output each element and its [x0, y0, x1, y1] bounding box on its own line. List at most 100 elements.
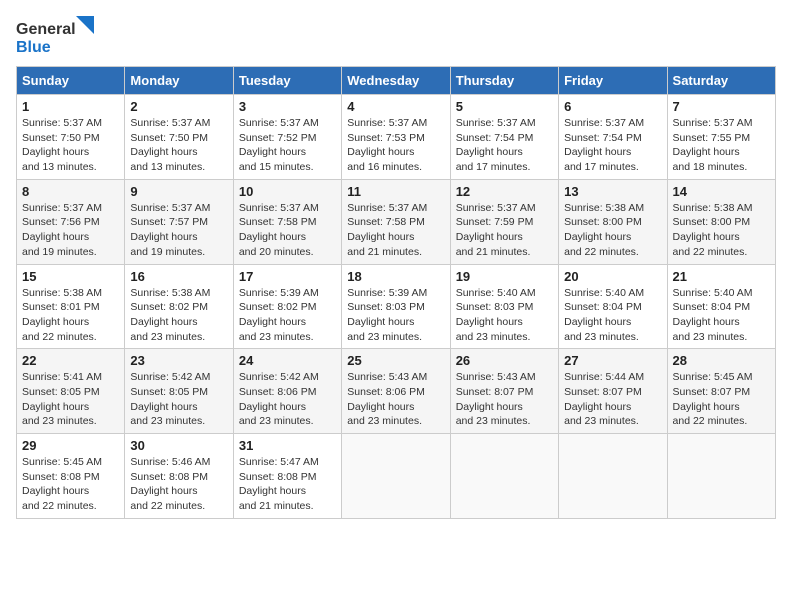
day-detail: Sunrise: 5:37 AMSunset: 7:55 PMDaylight …: [673, 117, 753, 173]
day-detail: Sunrise: 5:42 AMSunset: 8:06 PMDaylight …: [239, 371, 319, 427]
day-detail: Sunrise: 5:41 AMSunset: 8:05 PMDaylight …: [22, 371, 102, 427]
day-detail: Sunrise: 5:37 AMSunset: 7:53 PMDaylight …: [347, 117, 427, 173]
day-detail: Sunrise: 5:40 AMSunset: 8:04 PMDaylight …: [564, 287, 644, 343]
calendar-day: 31 Sunrise: 5:47 AMSunset: 8:08 PMDaylig…: [233, 434, 341, 519]
day-number: 26: [456, 353, 553, 368]
day-number: 10: [239, 184, 336, 199]
day-detail: Sunrise: 5:37 AMSunset: 7:57 PMDaylight …: [130, 202, 210, 258]
calendar-day: 4 Sunrise: 5:37 AMSunset: 7:53 PMDayligh…: [342, 95, 450, 180]
calendar-day: 21 Sunrise: 5:40 AMSunset: 8:04 PMDaylig…: [667, 264, 775, 349]
day-number: 9: [130, 184, 227, 199]
day-number: 12: [456, 184, 553, 199]
calendar-day: 18 Sunrise: 5:39 AMSunset: 8:03 PMDaylig…: [342, 264, 450, 349]
calendar-day: 17 Sunrise: 5:39 AMSunset: 8:02 PMDaylig…: [233, 264, 341, 349]
day-detail: Sunrise: 5:44 AMSunset: 8:07 PMDaylight …: [564, 371, 644, 427]
calendar-day: 6 Sunrise: 5:37 AMSunset: 7:54 PMDayligh…: [559, 95, 667, 180]
day-number: 4: [347, 99, 444, 114]
svg-text:General: General: [16, 21, 76, 38]
header-monday: Monday: [125, 67, 233, 95]
calendar-table: SundayMondayTuesdayWednesdayThursdayFrid…: [16, 66, 776, 519]
calendar-day: 19 Sunrise: 5:40 AMSunset: 8:03 PMDaylig…: [450, 264, 558, 349]
day-detail: Sunrise: 5:39 AMSunset: 8:03 PMDaylight …: [347, 287, 427, 343]
day-number: 31: [239, 438, 336, 453]
day-number: 3: [239, 99, 336, 114]
empty-cell: [342, 434, 450, 519]
day-number: 17: [239, 269, 336, 284]
day-number: 2: [130, 99, 227, 114]
empty-cell: [450, 434, 558, 519]
day-number: 1: [22, 99, 119, 114]
calendar-day: 20 Sunrise: 5:40 AMSunset: 8:04 PMDaylig…: [559, 264, 667, 349]
day-detail: Sunrise: 5:38 AMSunset: 8:00 PMDaylight …: [673, 202, 753, 258]
header-thursday: Thursday: [450, 67, 558, 95]
day-detail: Sunrise: 5:37 AMSunset: 7:56 PMDaylight …: [22, 202, 102, 258]
day-number: 27: [564, 353, 661, 368]
calendar-day: 28 Sunrise: 5:45 AMSunset: 8:07 PMDaylig…: [667, 349, 775, 434]
calendar-day: 1 Sunrise: 5:37 AMSunset: 7:50 PMDayligh…: [17, 95, 125, 180]
svg-text:Blue: Blue: [16, 39, 51, 56]
day-number: 5: [456, 99, 553, 114]
day-detail: Sunrise: 5:43 AMSunset: 8:06 PMDaylight …: [347, 371, 427, 427]
day-detail: Sunrise: 5:47 AMSunset: 8:08 PMDaylight …: [239, 456, 319, 512]
day-detail: Sunrise: 5:37 AMSunset: 7:58 PMDaylight …: [347, 202, 427, 258]
day-number: 23: [130, 353, 227, 368]
day-number: 13: [564, 184, 661, 199]
calendar-row: 15 Sunrise: 5:38 AMSunset: 8:01 PMDaylig…: [17, 264, 776, 349]
day-number: 30: [130, 438, 227, 453]
logo-svg: GeneralBlue: [16, 16, 96, 58]
calendar-day: 15 Sunrise: 5:38 AMSunset: 8:01 PMDaylig…: [17, 264, 125, 349]
calendar-row: 1 Sunrise: 5:37 AMSunset: 7:50 PMDayligh…: [17, 95, 776, 180]
header-tuesday: Tuesday: [233, 67, 341, 95]
empty-cell: [559, 434, 667, 519]
calendar-day: 25 Sunrise: 5:43 AMSunset: 8:06 PMDaylig…: [342, 349, 450, 434]
day-detail: Sunrise: 5:42 AMSunset: 8:05 PMDaylight …: [130, 371, 210, 427]
header-friday: Friday: [559, 67, 667, 95]
empty-cell: [667, 434, 775, 519]
header-sunday: Sunday: [17, 67, 125, 95]
calendar-day: 26 Sunrise: 5:43 AMSunset: 8:07 PMDaylig…: [450, 349, 558, 434]
calendar-row: 22 Sunrise: 5:41 AMSunset: 8:05 PMDaylig…: [17, 349, 776, 434]
day-detail: Sunrise: 5:38 AMSunset: 8:02 PMDaylight …: [130, 287, 210, 343]
day-detail: Sunrise: 5:40 AMSunset: 8:03 PMDaylight …: [456, 287, 536, 343]
calendar-day: 24 Sunrise: 5:42 AMSunset: 8:06 PMDaylig…: [233, 349, 341, 434]
page-header: GeneralBlue: [16, 16, 776, 58]
day-detail: Sunrise: 5:45 AMSunset: 8:07 PMDaylight …: [673, 371, 753, 427]
calendar-day: 30 Sunrise: 5:46 AMSunset: 8:08 PMDaylig…: [125, 434, 233, 519]
day-detail: Sunrise: 5:37 AMSunset: 7:50 PMDaylight …: [22, 117, 102, 173]
day-number: 18: [347, 269, 444, 284]
day-detail: Sunrise: 5:40 AMSunset: 8:04 PMDaylight …: [673, 287, 753, 343]
day-number: 29: [22, 438, 119, 453]
day-detail: Sunrise: 5:37 AMSunset: 7:52 PMDaylight …: [239, 117, 319, 173]
day-number: 8: [22, 184, 119, 199]
day-number: 24: [239, 353, 336, 368]
calendar-day: 3 Sunrise: 5:37 AMSunset: 7:52 PMDayligh…: [233, 95, 341, 180]
logo: GeneralBlue: [16, 16, 96, 58]
header-row: SundayMondayTuesdayWednesdayThursdayFrid…: [17, 67, 776, 95]
day-number: 14: [673, 184, 770, 199]
day-detail: Sunrise: 5:45 AMSunset: 8:08 PMDaylight …: [22, 456, 102, 512]
calendar-day: 22 Sunrise: 5:41 AMSunset: 8:05 PMDaylig…: [17, 349, 125, 434]
calendar-day: 16 Sunrise: 5:38 AMSunset: 8:02 PMDaylig…: [125, 264, 233, 349]
calendar-day: 9 Sunrise: 5:37 AMSunset: 7:57 PMDayligh…: [125, 179, 233, 264]
day-number: 19: [456, 269, 553, 284]
calendar-row: 8 Sunrise: 5:37 AMSunset: 7:56 PMDayligh…: [17, 179, 776, 264]
day-number: 7: [673, 99, 770, 114]
calendar-day: 27 Sunrise: 5:44 AMSunset: 8:07 PMDaylig…: [559, 349, 667, 434]
calendar-day: 29 Sunrise: 5:45 AMSunset: 8:08 PMDaylig…: [17, 434, 125, 519]
calendar-day: 23 Sunrise: 5:42 AMSunset: 8:05 PMDaylig…: [125, 349, 233, 434]
day-number: 6: [564, 99, 661, 114]
day-detail: Sunrise: 5:39 AMSunset: 8:02 PMDaylight …: [239, 287, 319, 343]
day-number: 21: [673, 269, 770, 284]
day-detail: Sunrise: 5:46 AMSunset: 8:08 PMDaylight …: [130, 456, 210, 512]
calendar-day: 5 Sunrise: 5:37 AMSunset: 7:54 PMDayligh…: [450, 95, 558, 180]
day-detail: Sunrise: 5:38 AMSunset: 8:01 PMDaylight …: [22, 287, 102, 343]
calendar-day: 10 Sunrise: 5:37 AMSunset: 7:58 PMDaylig…: [233, 179, 341, 264]
day-number: 20: [564, 269, 661, 284]
day-detail: Sunrise: 5:37 AMSunset: 7:50 PMDaylight …: [130, 117, 210, 173]
header-wednesday: Wednesday: [342, 67, 450, 95]
calendar-day: 2 Sunrise: 5:37 AMSunset: 7:50 PMDayligh…: [125, 95, 233, 180]
calendar-day: 13 Sunrise: 5:38 AMSunset: 8:00 PMDaylig…: [559, 179, 667, 264]
day-detail: Sunrise: 5:38 AMSunset: 8:00 PMDaylight …: [564, 202, 644, 258]
calendar-day: 8 Sunrise: 5:37 AMSunset: 7:56 PMDayligh…: [17, 179, 125, 264]
day-number: 28: [673, 353, 770, 368]
